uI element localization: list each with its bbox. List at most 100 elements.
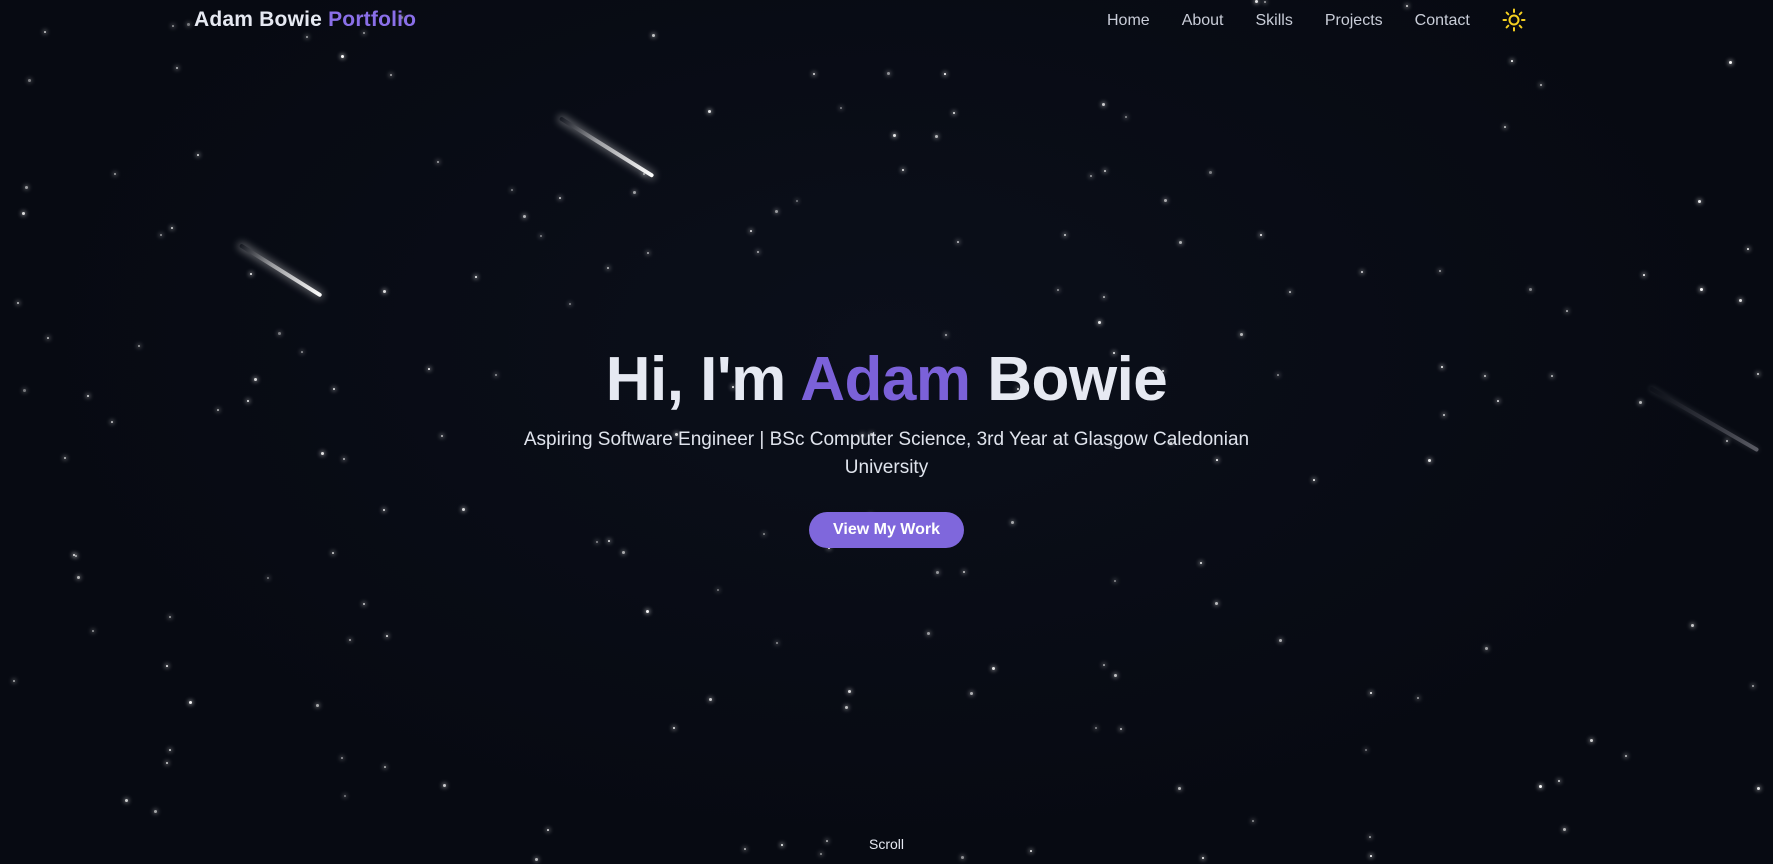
star xyxy=(437,161,439,163)
star xyxy=(1114,580,1116,582)
star xyxy=(540,235,542,237)
star xyxy=(569,303,571,305)
star xyxy=(166,762,168,764)
shooting-star xyxy=(558,116,655,178)
hero-last-name: Bowie xyxy=(987,345,1168,414)
star xyxy=(92,630,94,632)
star xyxy=(1103,296,1105,298)
star xyxy=(363,603,365,605)
nav-link-about[interactable]: About xyxy=(1182,12,1224,30)
nav-link-home[interactable]: Home xyxy=(1107,12,1150,30)
star xyxy=(535,858,538,861)
star xyxy=(384,766,386,768)
star xyxy=(1643,274,1645,276)
star xyxy=(893,134,896,137)
star xyxy=(197,154,199,156)
star xyxy=(1365,749,1367,751)
star xyxy=(73,554,75,556)
star xyxy=(1757,787,1760,790)
star xyxy=(1625,755,1627,757)
star xyxy=(1102,103,1105,106)
star xyxy=(646,610,649,613)
star xyxy=(1095,727,1097,729)
nav-link-contact[interactable]: Contact xyxy=(1415,12,1470,30)
star xyxy=(1209,171,1212,174)
star xyxy=(944,73,946,75)
star xyxy=(848,690,851,693)
brand-logo[interactable]: Adam Bowie Portfolio xyxy=(194,8,416,32)
star xyxy=(25,186,28,189)
star xyxy=(902,169,904,171)
star xyxy=(936,571,939,574)
star xyxy=(1289,291,1291,293)
star xyxy=(775,210,778,213)
star xyxy=(1504,126,1506,128)
star xyxy=(523,215,526,218)
star xyxy=(344,795,346,797)
star xyxy=(1370,692,1372,694)
star xyxy=(390,74,392,76)
star xyxy=(1090,175,1092,177)
star xyxy=(845,706,848,709)
star xyxy=(547,829,549,831)
star xyxy=(961,856,964,859)
star xyxy=(169,749,171,751)
star xyxy=(1200,562,1202,564)
star xyxy=(1417,697,1419,699)
star xyxy=(1698,200,1701,203)
hero-first-name: Adam xyxy=(800,345,971,414)
star xyxy=(1252,820,1254,822)
star xyxy=(1540,84,1542,86)
star xyxy=(166,665,168,667)
star xyxy=(1747,248,1749,250)
star xyxy=(647,252,649,254)
star xyxy=(1215,602,1218,605)
star xyxy=(708,110,711,113)
star xyxy=(1103,664,1105,666)
hero-subtitle: Aspiring Software Engineer | BSc Compute… xyxy=(523,429,1250,478)
star xyxy=(1361,271,1363,273)
scroll-hint[interactable]: Scroll xyxy=(0,836,1773,852)
star xyxy=(1590,739,1593,742)
star xyxy=(1202,857,1204,859)
star xyxy=(47,337,49,339)
sun-icon[interactable] xyxy=(1502,8,1526,32)
star xyxy=(1700,288,1703,291)
star xyxy=(475,276,477,278)
star xyxy=(1104,170,1106,172)
star xyxy=(633,191,636,194)
star xyxy=(776,642,778,644)
star xyxy=(796,200,798,202)
star xyxy=(1752,685,1754,687)
nav-link-skills[interactable]: Skills xyxy=(1256,12,1293,30)
star xyxy=(813,73,815,75)
star xyxy=(757,251,759,253)
page: Adam Bowie Portfolio Home About Skills P… xyxy=(0,0,1773,864)
star xyxy=(1120,728,1122,730)
nav-links: Home About Skills Projects Contact xyxy=(1107,8,1526,32)
star xyxy=(13,680,15,682)
star xyxy=(114,173,116,175)
star xyxy=(887,72,890,75)
star xyxy=(963,571,965,573)
star xyxy=(125,799,128,802)
star xyxy=(607,267,609,269)
view-my-work-button[interactable]: View My Work xyxy=(809,512,964,548)
star xyxy=(1098,321,1101,324)
star xyxy=(154,810,157,813)
star xyxy=(176,67,178,69)
star xyxy=(1370,855,1372,857)
star xyxy=(349,639,351,641)
brand-name: Adam Bowie xyxy=(194,8,323,31)
star xyxy=(970,692,973,695)
star xyxy=(160,234,162,236)
star xyxy=(1125,116,1127,118)
star xyxy=(935,135,938,138)
nav-link-projects[interactable]: Projects xyxy=(1325,12,1383,30)
star xyxy=(383,290,386,293)
star xyxy=(341,55,344,58)
hero-section: Hi, I'm Adam Bowie Aspiring Software Eng… xyxy=(0,340,1773,548)
star xyxy=(1114,674,1117,677)
star xyxy=(267,577,269,579)
star xyxy=(1260,234,1262,236)
